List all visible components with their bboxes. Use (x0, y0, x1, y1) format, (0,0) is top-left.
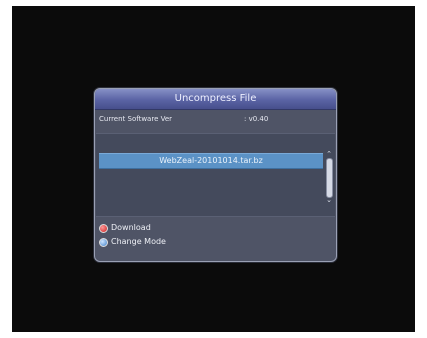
file-list-item-selected[interactable]: WebZeal-20101014.tar.bz (99, 153, 323, 169)
uncompress-file-dialog: Uncompress File Current Software Ver : v… (94, 88, 337, 262)
change-mode-label: Change Mode (111, 237, 166, 246)
red-key-icon (99, 223, 108, 233)
software-version-label: Current Software Ver (99, 115, 173, 123)
key-legend: Download Change Mode (99, 221, 166, 249)
download-option[interactable]: Download (99, 221, 166, 235)
software-version-value: : v0.40 (244, 115, 269, 123)
software-version-row: Current Software Ver : v0.40 (99, 113, 329, 125)
tv-screen: Uncompress File Current Software Ver : v… (12, 6, 415, 332)
file-list-scrollbar[interactable]: ⌃ ⌄ (325, 151, 333, 204)
change-mode-option[interactable]: Change Mode (99, 235, 166, 249)
blue-key-icon (99, 237, 108, 247)
dialog-title: Uncompress File (95, 89, 336, 110)
scroll-up-icon[interactable]: ⌃ (325, 151, 333, 158)
scroll-thumb[interactable] (326, 158, 333, 198)
scroll-down-icon[interactable]: ⌄ (325, 197, 333, 204)
download-label: Download (111, 223, 151, 232)
file-list[interactable]: WebZeal-20101014.tar.bz ⌃ ⌄ (96, 133, 335, 217)
